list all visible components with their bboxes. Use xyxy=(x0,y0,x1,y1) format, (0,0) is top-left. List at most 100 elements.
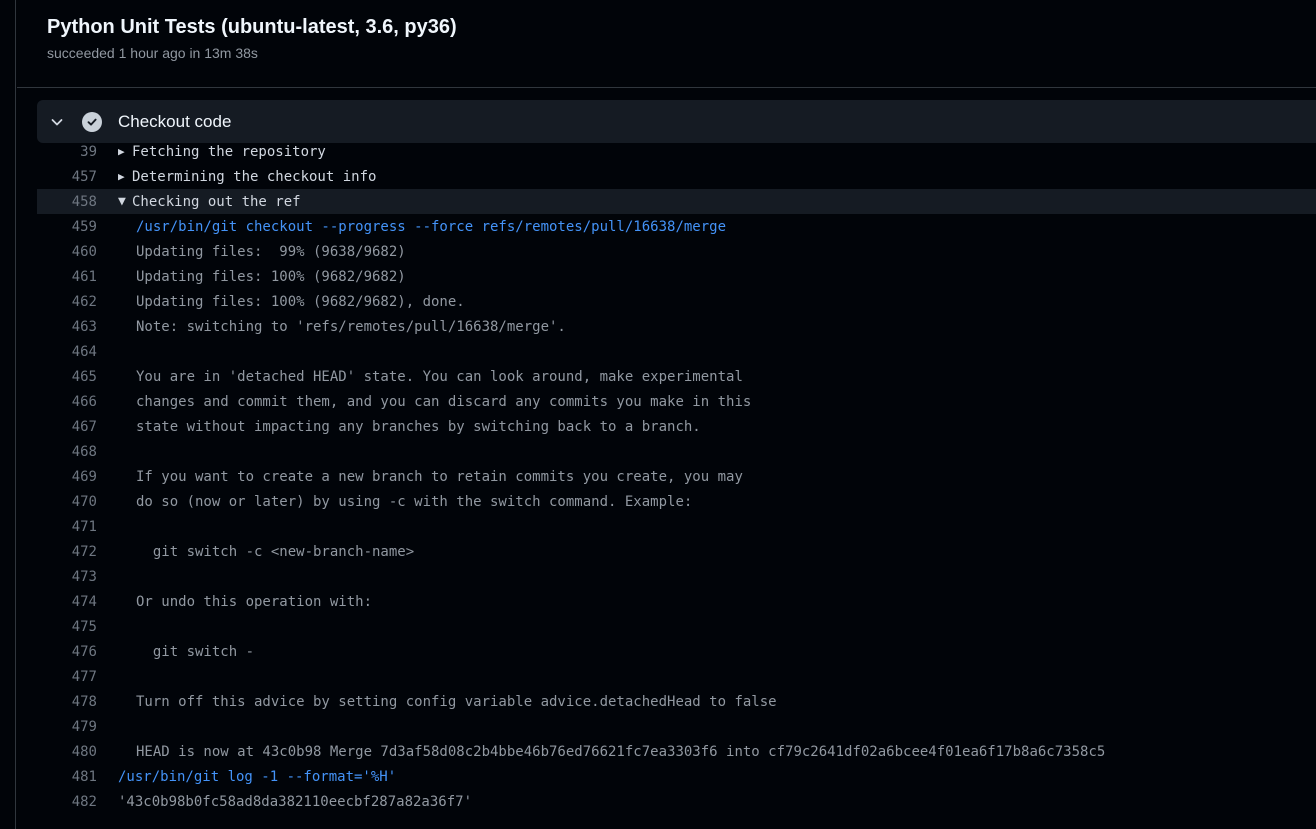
line-number[interactable]: 467 xyxy=(37,419,97,435)
log-output-text: git switch -c <new-branch-name> xyxy=(136,543,415,560)
log-output-text: changes and commit them, and you can dis… xyxy=(136,393,752,410)
log-line: 465 You are in 'detached HEAD' state. You… xyxy=(37,364,1316,389)
log-line-content: git switch - xyxy=(118,644,254,660)
log-line: 475 xyxy=(37,614,1316,639)
line-number[interactable]: 472 xyxy=(37,544,97,560)
line-number[interactable]: 481 xyxy=(37,769,97,785)
triangle-right-icon[interactable]: ▶ xyxy=(118,145,132,158)
log-line-content: You are in 'detached HEAD' state. You ca… xyxy=(118,369,743,385)
log-line: 480 HEAD is now at 43c0b98 Merge 7d3af58d… xyxy=(37,739,1316,764)
line-number[interactable]: 465 xyxy=(37,369,97,385)
log-line: 466 changes and commit them, and you can … xyxy=(37,389,1316,414)
job-log-panel: Python Unit Tests (ubuntu-latest, 3.6, p… xyxy=(17,0,1316,829)
line-number[interactable]: 458 xyxy=(37,194,97,210)
log-line[interactable]: 457 ▶ Determining the checkout info xyxy=(37,164,1316,189)
log-line: 477 xyxy=(37,664,1316,689)
step-header-checkout[interactable]: Checkout code xyxy=(37,100,1316,143)
log-line-content: ▶ Fetching the repository xyxy=(118,144,326,160)
job-status-subtitle: succeeded 1 hour ago in 13m 38s xyxy=(47,45,258,61)
log-line: 463 Note: switching to 'refs/remotes/pull… xyxy=(37,314,1316,339)
chevron-down-icon[interactable] xyxy=(49,114,65,130)
log-line[interactable]: 39 ▶ Fetching the repository xyxy=(37,139,1316,164)
log-line-content: git switch -c <new-branch-name> xyxy=(118,544,414,560)
log-line-content: HEAD is now at 43c0b98 Merge 7d3af58d08c… xyxy=(118,744,1105,760)
line-number[interactable]: 477 xyxy=(37,669,97,685)
line-number[interactable]: 468 xyxy=(37,444,97,460)
line-number[interactable]: 459 xyxy=(37,219,97,235)
log-line: 459/usr/bin/git checkout --progress --fo… xyxy=(37,214,1316,239)
log-line[interactable]: 458 ▼ Checking out the ref xyxy=(37,189,1316,214)
log-line-content: ▼ Checking out the ref xyxy=(118,194,301,210)
line-number[interactable]: 470 xyxy=(37,494,97,510)
log-line: 469 If you want to create a new branch to… xyxy=(37,464,1316,489)
log-output-text: Note: switching to 'refs/remotes/pull/16… xyxy=(136,318,566,335)
line-number[interactable]: 462 xyxy=(37,294,97,310)
line-number[interactable]: 460 xyxy=(37,244,97,260)
log-line: 470 do so (now or later) by using -c with… xyxy=(37,489,1316,514)
log-line-content: If you want to create a new branch to re… xyxy=(118,469,743,485)
left-sidebar-edge xyxy=(0,0,16,829)
line-number[interactable]: 473 xyxy=(37,569,97,585)
log-group-label: Determining the checkout info xyxy=(132,168,377,185)
log-line: 473 xyxy=(37,564,1316,589)
log-line-content: do so (now or later) by using -c with th… xyxy=(118,494,692,510)
line-number[interactable]: 479 xyxy=(37,719,97,735)
step-log: 39 ▶ Fetching the repository 457 ▶ Determinin… xyxy=(37,139,1316,814)
log-line-content: /usr/bin/git log -1 --format='%H' xyxy=(118,769,396,785)
log-line-content: Turn off this advice by setting config v… xyxy=(118,694,777,710)
log-line-content: state without impacting any branches by … xyxy=(118,419,701,435)
log-line: 467 state without impacting any branches … xyxy=(37,414,1316,439)
line-number[interactable]: 476 xyxy=(37,644,97,660)
log-line: 478 Turn off this advice by setting confi… xyxy=(37,689,1316,714)
log-line: 474 Or undo this operation with: xyxy=(37,589,1316,614)
log-line: 468 xyxy=(37,439,1316,464)
line-number[interactable]: 464 xyxy=(37,344,97,360)
log-line-content: Note: switching to 'refs/remotes/pull/16… xyxy=(118,319,566,335)
job-header: Python Unit Tests (ubuntu-latest, 3.6, p… xyxy=(17,0,1316,88)
log-output-text: If you want to create a new branch to re… xyxy=(136,468,743,485)
log-output-text: Updating files: 100% (9682/9682) xyxy=(136,268,406,285)
log-output-text: Updating files: 99% (9638/9682) xyxy=(136,243,406,260)
line-number[interactable]: 474 xyxy=(37,594,97,610)
log-line-content: /usr/bin/git checkout --progress --force… xyxy=(118,219,726,235)
line-number[interactable]: 471 xyxy=(37,519,97,535)
log-line: 462 Updating files: 100% (9682/9682), don… xyxy=(37,289,1316,314)
log-line: 460 Updating files: 99% (9638/9682) xyxy=(37,239,1316,264)
line-number[interactable]: 482 xyxy=(37,794,97,810)
log-command-text: /usr/bin/git checkout --progress --force… xyxy=(136,218,727,235)
log-output-text: Or undo this operation with: xyxy=(136,593,373,610)
log-output-text: git switch - xyxy=(136,643,255,660)
line-number[interactable]: 478 xyxy=(37,694,97,710)
log-output-text: Turn off this advice by setting config v… xyxy=(136,693,777,710)
log-output-text: state without impacting any branches by … xyxy=(136,418,701,435)
log-line-content: Updating files: 100% (9682/9682), done. xyxy=(118,294,465,310)
line-number[interactable]: 461 xyxy=(37,269,97,285)
line-number[interactable]: 466 xyxy=(37,394,97,410)
log-line-content: Or undo this operation with: xyxy=(118,594,372,610)
step-label: Checkout code xyxy=(118,111,232,131)
log-line-content: Updating files: 100% (9682/9682) xyxy=(118,269,406,285)
log-line: 481/usr/bin/git log -1 --format='%H' xyxy=(37,764,1316,789)
log-output-text: do so (now or later) by using -c with th… xyxy=(136,493,693,510)
log-output-text: '43c0b98b0fc58ad8da382110eecbf287a82a36f… xyxy=(118,793,473,810)
triangle-down-icon[interactable]: ▼ xyxy=(118,194,132,209)
log-line-content: Updating files: 99% (9638/9682) xyxy=(118,244,406,260)
log-line: 472 git switch -c <new-branch-name> xyxy=(37,539,1316,564)
log-output-text: HEAD is now at 43c0b98 Merge 7d3af58d08c… xyxy=(136,743,1106,760)
log-line: 464 xyxy=(37,339,1316,364)
check-circle-icon xyxy=(82,111,102,132)
line-number[interactable]: 469 xyxy=(37,469,97,485)
log-line: 482 '43c0b98b0fc58ad8da382110eecbf287a82a… xyxy=(37,789,1316,814)
triangle-right-icon[interactable]: ▶ xyxy=(118,170,132,183)
log-output-text: You are in 'detached HEAD' state. You ca… xyxy=(136,368,743,385)
log-line-content: changes and commit them, and you can dis… xyxy=(118,394,751,410)
line-number[interactable]: 463 xyxy=(37,319,97,335)
log-line: 471 xyxy=(37,514,1316,539)
line-number[interactable]: 457 xyxy=(37,169,97,185)
log-line: 476 git switch - xyxy=(37,639,1316,664)
line-number[interactable]: 480 xyxy=(37,744,97,760)
log-command-text: /usr/bin/git log -1 --format='%H' xyxy=(118,768,397,785)
line-number[interactable]: 475 xyxy=(37,619,97,635)
job-title: Python Unit Tests (ubuntu-latest, 3.6, p… xyxy=(47,16,457,38)
line-number[interactable]: 39 xyxy=(37,144,97,160)
